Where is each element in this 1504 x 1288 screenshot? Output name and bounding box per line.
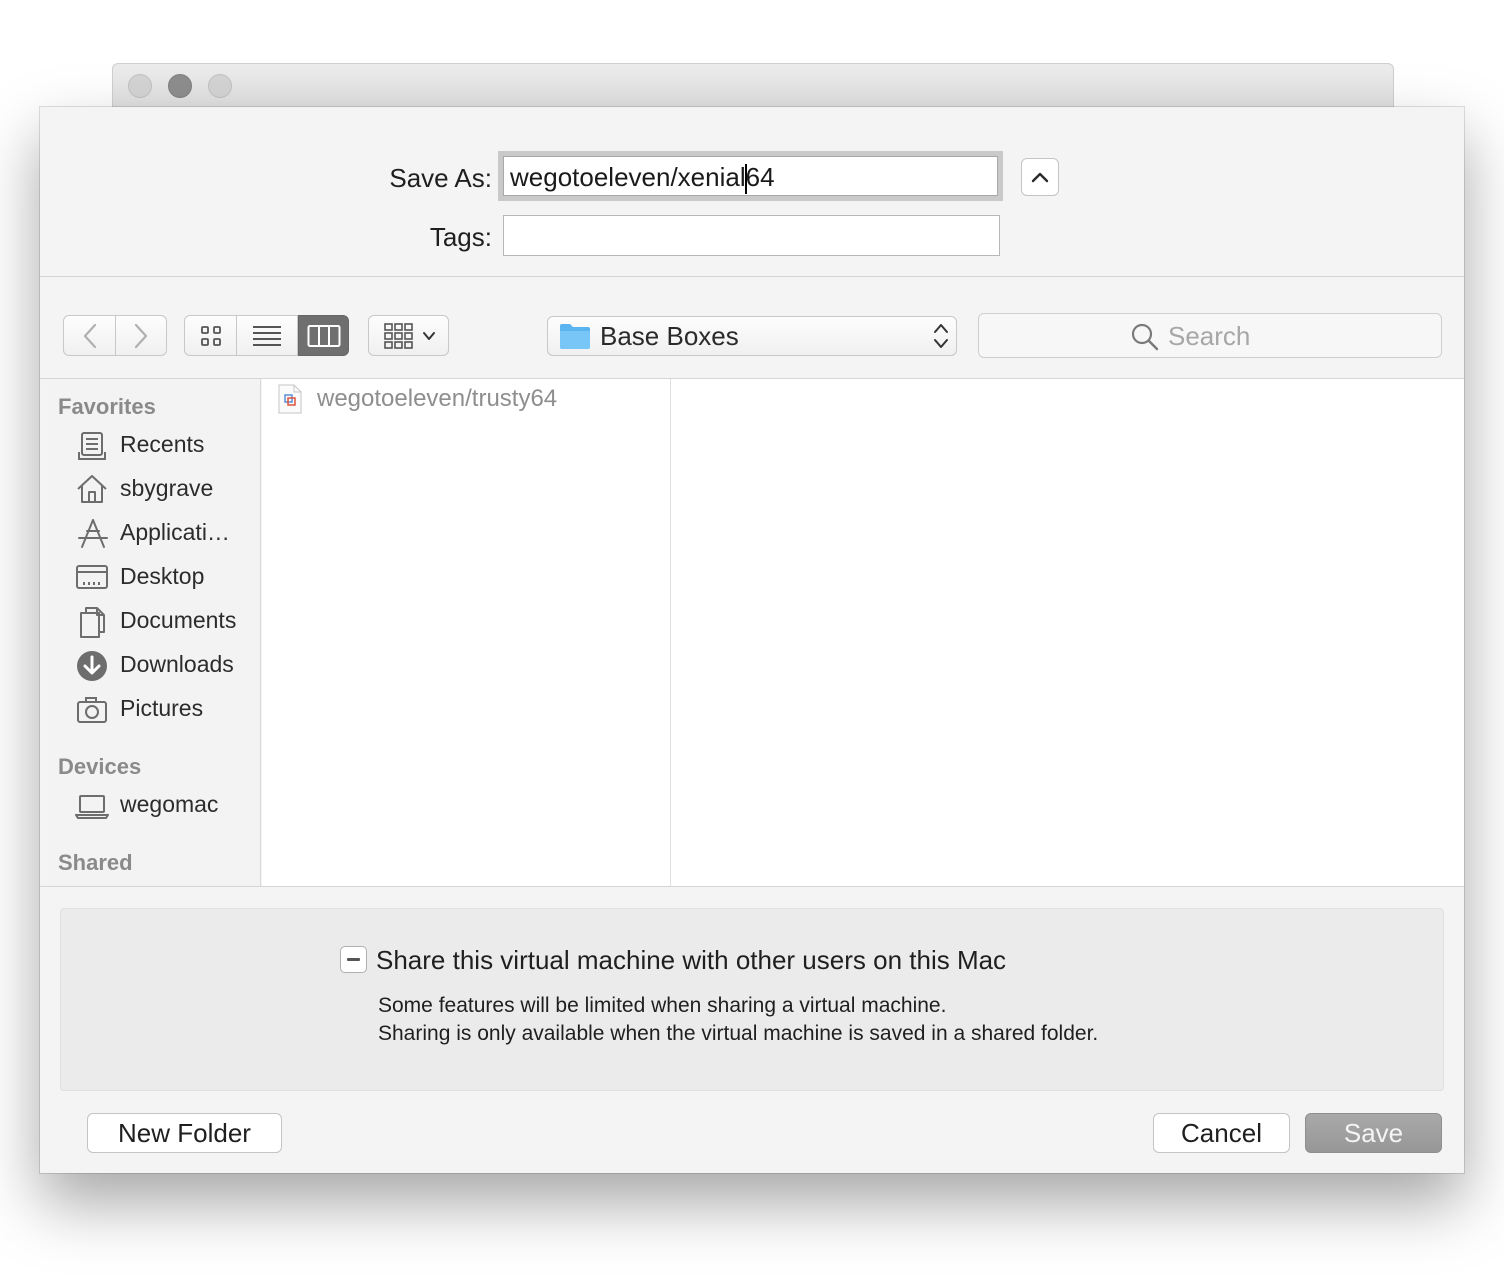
laptop-icon <box>75 795 109 819</box>
save-as-field[interactable]: wegotoeleven/xenial64 <box>503 156 998 196</box>
sidebar-header-devices: Devices <box>58 754 142 779</box>
pictures-icon <box>77 697 107 723</box>
search-placeholder: Search <box>1168 321 1251 351</box>
column-view-button[interactable] <box>298 315 349 356</box>
sidebar-item-label: Downloads <box>120 651 234 677</box>
file-name: wegotoeleven/trusty64 <box>317 385 558 412</box>
zoom-window-button[interactable] <box>208 74 232 98</box>
documents-icon <box>80 607 105 638</box>
sidebar-item-wegomac[interactable]: wegomac <box>74 788 260 826</box>
sidebar-item-label: Recents <box>120 431 205 457</box>
location-label: Base Boxes <box>600 321 739 351</box>
vm-file-icon <box>278 384 302 414</box>
save-as-label: Save As: <box>389 163 492 193</box>
browser-column-1 <box>262 379 671 886</box>
list-view-button[interactable] <box>237 315 298 356</box>
minimize-window-button[interactable] <box>168 74 192 98</box>
save-button[interactable]: Save <box>1305 1113 1442 1153</box>
header-divider <box>40 276 1464 277</box>
forward-button[interactable] <box>116 315 167 356</box>
list-icon <box>253 325 281 346</box>
save-as-text-before: wegotoeleven/xenial <box>510 162 746 192</box>
sidebar-item-downloads[interactable]: Downloads <box>74 648 260 686</box>
sidebar-item-label: Desktop <box>120 563 205 589</box>
chevron-left-icon <box>83 323 96 348</box>
arrange-icon <box>384 322 413 349</box>
columns-icon <box>307 324 340 347</box>
sidebar-item-label: sbygrave <box>120 475 214 501</box>
save-as-text-after: 64 <box>745 162 775 192</box>
share-checkbox-label: Share this virtual machine with other us… <box>376 945 1007 975</box>
sidebar-item-label: Pictures <box>120 695 204 721</box>
close-window-button[interactable] <box>128 74 152 98</box>
applications-icon <box>78 519 108 548</box>
tags-label: Tags: <box>429 222 492 252</box>
chevron-right-icon <box>134 323 148 348</box>
browser-divider <box>40 886 1464 887</box>
share-note-line1: Some features will be limited when shari… <box>378 994 947 1017</box>
share-note-line2: Sharing is only available when the virtu… <box>378 1022 1099 1045</box>
sidebar-item-label: Documents <box>120 607 237 633</box>
search-icon <box>1131 323 1159 351</box>
sidebar-item-home[interactable]: sbygrave <box>74 472 260 510</box>
desktop-icon <box>76 565 108 589</box>
recents-icon <box>78 432 106 460</box>
new-folder-button[interactable]: New Folder <box>87 1113 282 1153</box>
icon-view-button[interactable] <box>184 315 237 356</box>
tags-field[interactable] <box>503 215 1000 256</box>
sidebar-item-applications[interactable]: Applicati… <box>74 516 260 554</box>
folder-icon <box>560 324 590 349</box>
updown-chevron-icon <box>934 324 948 348</box>
share-checkbox[interactable] <box>340 946 367 973</box>
home-icon <box>77 475 107 503</box>
sidebar-header-favorites: Favorites <box>58 394 156 419</box>
sidebar-item-documents[interactable]: Documents <box>74 604 260 642</box>
sidebar-item-desktop[interactable]: Desktop <box>74 560 260 598</box>
arrange-button[interactable] <box>368 315 449 356</box>
sidebar-item-pictures[interactable]: Pictures <box>74 692 260 730</box>
expand-dialog-button[interactable] <box>1021 158 1059 196</box>
sidebar-item-recents[interactable]: Recents <box>74 428 260 466</box>
chevron-down-icon <box>423 331 435 340</box>
browser-column-2 <box>671 379 1464 886</box>
cancel-button[interactable]: Cancel <box>1153 1113 1290 1153</box>
back-button[interactable] <box>63 315 116 356</box>
grid-icon <box>200 325 221 346</box>
chevron-up-icon <box>1031 172 1049 183</box>
share-note: Some features will be limited when shari… <box>378 992 1138 1048</box>
downloads-icon <box>77 651 107 681</box>
mixed-state-dash <box>347 958 360 961</box>
sidebar-item-label: Applicati… <box>120 519 230 545</box>
sidebar-header-shared: Shared <box>58 850 133 875</box>
sidebar-item-label: wegomac <box>120 791 219 817</box>
